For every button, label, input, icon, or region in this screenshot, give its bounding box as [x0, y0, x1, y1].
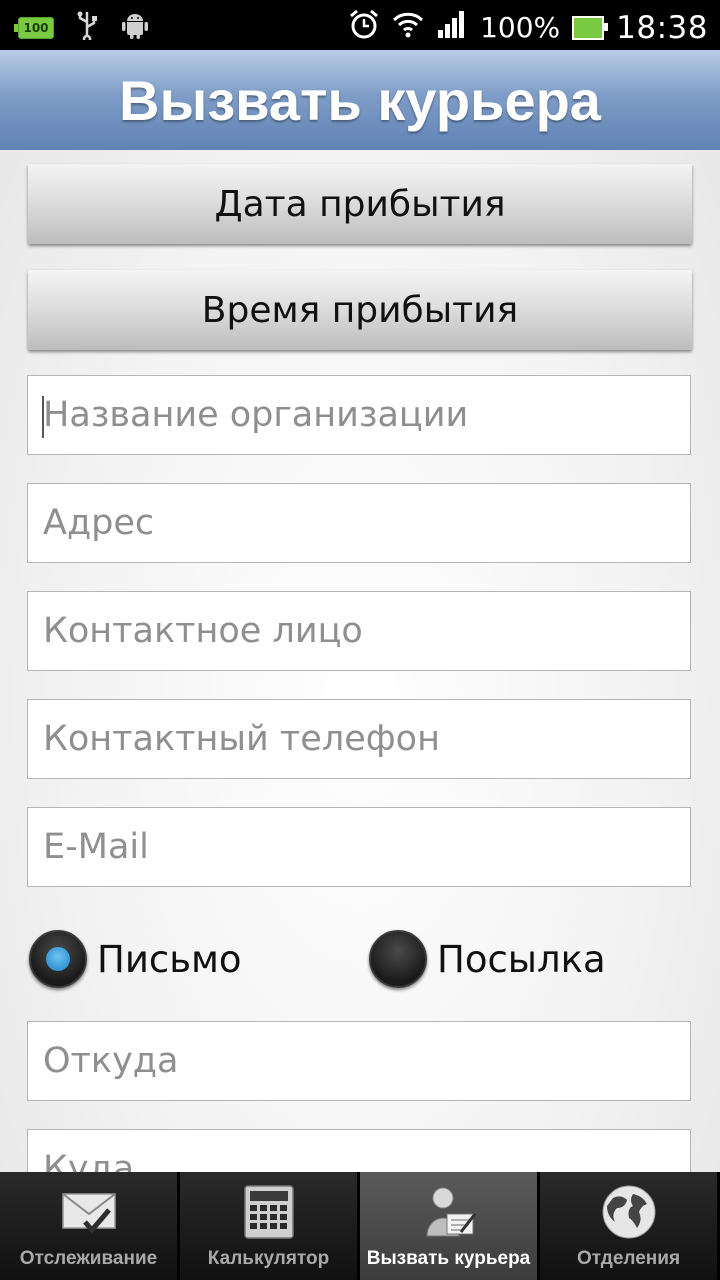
organization-field-container: [27, 375, 691, 455]
page-title: Вызвать курьера: [119, 68, 601, 132]
tab-branches-label: Отделения: [576, 1248, 681, 1269]
alarm-icon: [348, 8, 380, 47]
signal-icon: [436, 10, 468, 45]
arrival-date-button[interactable]: Дата прибытия: [28, 164, 692, 244]
android-icon: [120, 10, 150, 45]
app-header: Вызвать курьера: [0, 50, 720, 150]
usb-icon: [76, 10, 98, 45]
wifi-icon: [392, 10, 424, 45]
tab-tracking-label: Отслеживание: [19, 1248, 158, 1269]
contact-phone-field-container: [27, 699, 691, 779]
notification-icons: 100: [14, 10, 150, 45]
address-input[interactable]: [28, 484, 690, 562]
tab-tracking[interactable]: Отслеживание: [0, 1172, 180, 1280]
globe-icon: [602, 1185, 655, 1239]
contact-person-field-container: [27, 591, 691, 671]
battery-notification-label: 100: [23, 20, 49, 35]
email-field-container: [27, 807, 691, 887]
tab-courier[interactable]: Вызвать курьера: [360, 1172, 540, 1280]
battery-percent: 100%: [480, 11, 561, 44]
tab-calculator-label: Калькулятор: [207, 1248, 330, 1269]
from-field-container: [27, 1021, 691, 1101]
radio-parcel-indicator[interactable]: [369, 930, 427, 988]
text-cursor: [42, 396, 44, 438]
battery-icon: [572, 15, 609, 40]
radio-parcel[interactable]: Посылка: [369, 930, 606, 988]
courier-icon: [425, 1187, 476, 1237]
system-indicators: 100% 18:38: [348, 8, 708, 47]
email-input[interactable]: [28, 808, 690, 886]
arrival-time-button[interactable]: Время прибытия: [28, 270, 692, 350]
contact-phone-input[interactable]: [28, 700, 690, 778]
tab-calculator[interactable]: Калькулятор: [180, 1172, 360, 1280]
clock: 18:38: [616, 9, 708, 46]
tab-courier-label: Вызвать курьера: [366, 1248, 531, 1269]
status-bar: 100 100% 18:38: [0, 0, 720, 50]
address-field-container: [27, 483, 691, 563]
tab-branches[interactable]: Отделения: [540, 1172, 720, 1280]
calculator-icon: [243, 1185, 294, 1239]
battery-notification-icon: 100: [14, 16, 54, 39]
radio-letter-indicator[interactable]: [29, 930, 87, 988]
radio-parcel-label: Посылка: [437, 937, 606, 981]
radio-letter-label: Письмо: [97, 937, 242, 981]
from-input[interactable]: [28, 1022, 690, 1100]
radio-letter[interactable]: Письмо: [29, 930, 242, 988]
envelope-check-icon: [61, 1193, 116, 1234]
bottom-tab-bar: Отслеживание Калькулятор Вызвать курьера: [0, 1172, 720, 1280]
organization-input[interactable]: [28, 376, 690, 454]
contact-person-input[interactable]: [28, 592, 690, 670]
